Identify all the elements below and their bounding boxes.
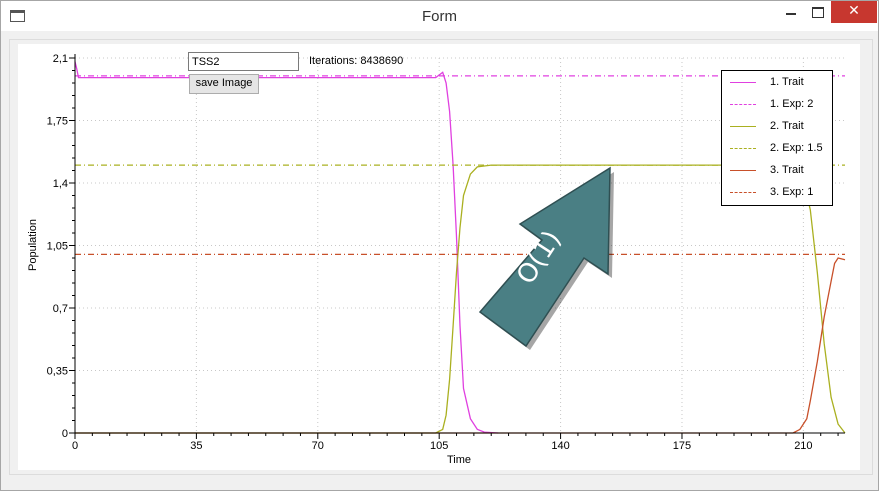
tss-input[interactable] xyxy=(188,52,299,71)
x-tick-label: 140 xyxy=(551,440,569,452)
x-tick-label: 175 xyxy=(673,440,691,452)
legend-swatch xyxy=(730,126,756,127)
x-tick-label: 0 xyxy=(72,440,78,452)
legend-label: 3. Exp: 1 xyxy=(770,186,814,198)
x-tick-label: 105 xyxy=(430,440,448,452)
legend-item: 3. Exp: 1 xyxy=(722,181,832,203)
y-tick-label: 1,05 xyxy=(47,241,68,253)
x-tick-label: 70 xyxy=(312,440,324,452)
legend-item: 2. Trait xyxy=(722,115,832,137)
legend-label: 1. Trait xyxy=(770,76,804,88)
legend-swatch xyxy=(730,148,756,149)
legend-swatch xyxy=(730,192,756,193)
y-axis-label: Population xyxy=(27,219,39,271)
legend-label: 3. Trait xyxy=(770,164,804,176)
x-tick-label: 35 xyxy=(190,440,202,452)
legend-label: 2. Trait xyxy=(770,120,804,132)
legend-item: 3. Trait xyxy=(722,159,832,181)
x-axis-label: Time xyxy=(447,454,471,466)
legend-swatch xyxy=(730,170,756,171)
y-tick-label: 0 xyxy=(62,428,68,440)
y-tick-label: 1,4 xyxy=(53,178,68,190)
legend-item: 1. Exp: 2 xyxy=(722,93,832,115)
legend-item: 2. Exp: 1.5 xyxy=(722,137,832,159)
y-tick-label: 0,7 xyxy=(53,303,68,315)
x-tick-label: 210 xyxy=(794,440,812,452)
y-tick-label: 1,75 xyxy=(47,116,68,128)
save-image-button[interactable]: save Image xyxy=(189,74,259,94)
y-tick-label: 0,35 xyxy=(47,366,68,378)
y-tick-label: 2,1 xyxy=(53,53,68,65)
legend-item: 1. Trait xyxy=(722,71,832,93)
legend-swatch xyxy=(730,82,756,83)
legend-swatch xyxy=(730,104,756,105)
legend-label: 1. Exp: 2 xyxy=(770,98,814,110)
legend: 1. Trait 1. Exp: 2 2. Trait 2. Exp: 1.5 … xyxy=(721,70,833,206)
legend-label: 2. Exp: 1.5 xyxy=(770,142,823,154)
iterations-label: Iterations: 8438690 xyxy=(309,55,404,67)
